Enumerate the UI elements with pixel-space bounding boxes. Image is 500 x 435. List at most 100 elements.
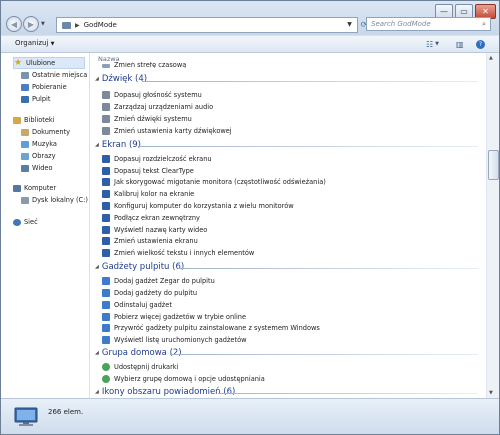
view-options-button[interactable]: ☷ ▼ xyxy=(426,39,439,49)
list-item[interactable]: Wybierz grupę domową i opcje udostępnian… xyxy=(102,374,265,384)
nav-pictures[interactable]: Obrazy xyxy=(21,151,56,161)
group-divider xyxy=(218,393,478,394)
item-label: Wyświetl nazwę karty wideo xyxy=(114,226,208,234)
nav-downloads[interactable]: Pobieranie xyxy=(21,82,67,92)
scroll-down-icon[interactable]: ▼ xyxy=(489,390,493,396)
group-header[interactable]: ◢ Grupa domowa (2) xyxy=(95,348,182,358)
file-list: Nazwa Zmień strefę czasową ◢ Dźwięk (4) … xyxy=(90,53,486,398)
nav-documents[interactable]: Dokumenty xyxy=(21,127,70,137)
vertical-scrollbar[interactable]: ▲ ▼ xyxy=(486,53,499,398)
nav-label: Dysk lokalny (C:) xyxy=(32,196,88,204)
speaker-icon xyxy=(102,127,110,135)
collapse-triangle-icon[interactable]: ◢ xyxy=(95,350,99,356)
collapse-triangle-icon[interactable]: ◢ xyxy=(95,142,99,148)
collapse-triangle-icon[interactable]: ◢ xyxy=(95,264,99,270)
item-label: Przywróć gadżety pulpitu zainstalowane z… xyxy=(114,324,320,332)
group-title: Dźwięk (4) xyxy=(101,74,148,84)
search-box[interactable]: Search GodMode ⌕ xyxy=(366,17,491,31)
nav-network[interactable]: Sieć xyxy=(13,217,38,227)
list-item[interactable]: Dopasuj tekst ClearType xyxy=(102,166,194,176)
list-item[interactable]: Dodaj gadżety do pulpitu xyxy=(102,288,197,298)
list-item[interactable]: Udostępnij drukarki xyxy=(102,362,178,372)
list-item[interactable]: Zmień ustawienia karty dźwiękowej xyxy=(102,126,232,136)
list-item[interactable]: Konfiguruj komputer do korzystania z wie… xyxy=(102,201,294,211)
scrollbar-thumb[interactable] xyxy=(488,150,499,180)
address-dropdown-button[interactable]: ▼ xyxy=(343,17,356,31)
display-icon xyxy=(102,237,110,245)
back-button[interactable]: ◀ xyxy=(6,16,22,32)
display-icon xyxy=(102,167,110,175)
group-title: Gadżety pulpitu (6) xyxy=(101,262,185,272)
nav-video[interactable]: Wideo xyxy=(21,163,52,173)
list-item[interactable]: Wyświetl nazwę karty wideo xyxy=(102,225,207,235)
nav-desktop[interactable]: Pulpit xyxy=(21,94,50,104)
search-icon: ⌕ xyxy=(482,19,486,28)
list-item[interactable]: Zmień wielkość tekstu i innych elementów xyxy=(102,248,254,258)
list-item[interactable]: Podłącz ekran zewnętrzny xyxy=(102,213,200,223)
list-item[interactable]: Przywróć gadżety pulpitu zainstalowane z… xyxy=(102,323,320,333)
nav-label: Dokumenty xyxy=(32,128,71,136)
nav-recent-places[interactable]: Ostatnie miejsca xyxy=(21,70,87,80)
list-item[interactable]: Dopasuj głośność systemu xyxy=(102,90,202,100)
address-bar[interactable]: ▶ GodMode xyxy=(56,17,358,33)
item-label: Dopasuj tekst ClearType xyxy=(114,167,194,175)
list-item[interactable]: Zmień dźwięki systemu xyxy=(102,114,192,124)
display-icon xyxy=(102,155,110,163)
group-header[interactable]: ◢ Dźwięk (4) xyxy=(95,74,147,84)
list-item[interactable]: Wyświetl listę uruchomionych gadżetów xyxy=(102,335,247,345)
nav-label: Obrazy xyxy=(32,152,56,160)
item-label: Wybierz grupę domową i opcje udostępnian… xyxy=(114,375,265,383)
computer-icon xyxy=(13,184,21,192)
search-input[interactable]: Search GodMode xyxy=(371,20,431,28)
nav-label: Komputer xyxy=(24,184,57,192)
item-label: Wyświetl listę uruchomionych gadżetów xyxy=(114,336,247,344)
item-label: Odinstaluj gadżet xyxy=(114,301,172,309)
nav-local-disk[interactable]: Dysk lokalny (C:) xyxy=(21,195,88,205)
video-icon xyxy=(21,164,29,172)
list-item[interactable]: Zmień strefę czasową xyxy=(102,62,186,68)
nav-favorites[interactable]: ★ Ulubione xyxy=(13,57,85,69)
help-button[interactable]: ? xyxy=(476,39,485,49)
help-icon: ? xyxy=(476,39,485,49)
nav-label: Pulpit xyxy=(32,95,51,103)
details-pane: 266 elem. xyxy=(1,398,499,434)
forward-button[interactable]: ▶ xyxy=(23,16,39,32)
view-list-icon: ☷ xyxy=(426,39,434,49)
gadget-icon xyxy=(102,289,110,297)
group-header[interactable]: ◢ Gadżety pulpitu (6) xyxy=(95,262,184,272)
list-item[interactable]: Kalibruj kolor na ekranie xyxy=(102,189,194,199)
recent-pages-dropdown[interactable]: ▼ xyxy=(41,21,45,27)
group-divider xyxy=(138,146,478,147)
list-item[interactable]: Dopasuj rozdzielczość ekranu xyxy=(102,154,212,164)
group-header[interactable]: ◢ Ekran (9) xyxy=(95,140,141,150)
list-item[interactable]: Odinstaluj gadżet xyxy=(102,300,172,310)
list-item[interactable]: Dodaj gadżet Zegar do pulpitu xyxy=(102,276,215,286)
forward-arrow-icon: ▶ xyxy=(27,19,35,29)
item-label: Udostępnij drukarki xyxy=(114,363,179,371)
scroll-up-icon[interactable]: ▲ xyxy=(489,55,493,61)
list-item[interactable]: Jak skorygować migotanie monitora (częst… xyxy=(102,177,326,187)
group-title: Ekran (9) xyxy=(101,140,141,150)
item-label: Zmień wielkość tekstu i innych elementów xyxy=(114,249,255,257)
collapse-triangle-icon[interactable]: ◢ xyxy=(95,389,99,395)
breadcrumb-separator-icon[interactable]: ▶ xyxy=(75,22,80,29)
group-header[interactable]: ◢ Ikony obszaru powiadomień (6) xyxy=(95,387,235,397)
nav-music[interactable]: Muzyka xyxy=(21,139,57,149)
group-title: Ikony obszaru powiadomień (6) xyxy=(101,387,236,397)
pictures-icon xyxy=(21,152,29,160)
nav-libraries[interactable]: Biblioteki xyxy=(13,115,55,125)
list-item[interactable]: Zarządzaj urządzeniami audio xyxy=(102,102,213,112)
nav-label: Muzyka xyxy=(32,140,57,148)
list-item[interactable]: Zmień ustawienia ekranu xyxy=(102,236,198,246)
breadcrumb-godmode[interactable]: GodMode xyxy=(84,21,117,29)
clock-icon xyxy=(102,64,110,68)
nav-computer[interactable]: Komputer xyxy=(13,183,56,193)
preview-pane-button[interactable]: ▥ xyxy=(456,39,464,49)
speaker-icon xyxy=(102,115,110,123)
organize-menu-button[interactable]: Organizuj ▼ xyxy=(15,39,55,47)
item-label: Dodaj gadżet Zegar do pulpitu xyxy=(114,277,215,285)
collapse-triangle-icon[interactable]: ◢ xyxy=(95,76,99,82)
nav-label: Sieć xyxy=(24,218,38,226)
list-item[interactable]: Pobierz więcej gadżetów w trybie online xyxy=(102,312,246,322)
homegroup-icon xyxy=(102,375,110,383)
